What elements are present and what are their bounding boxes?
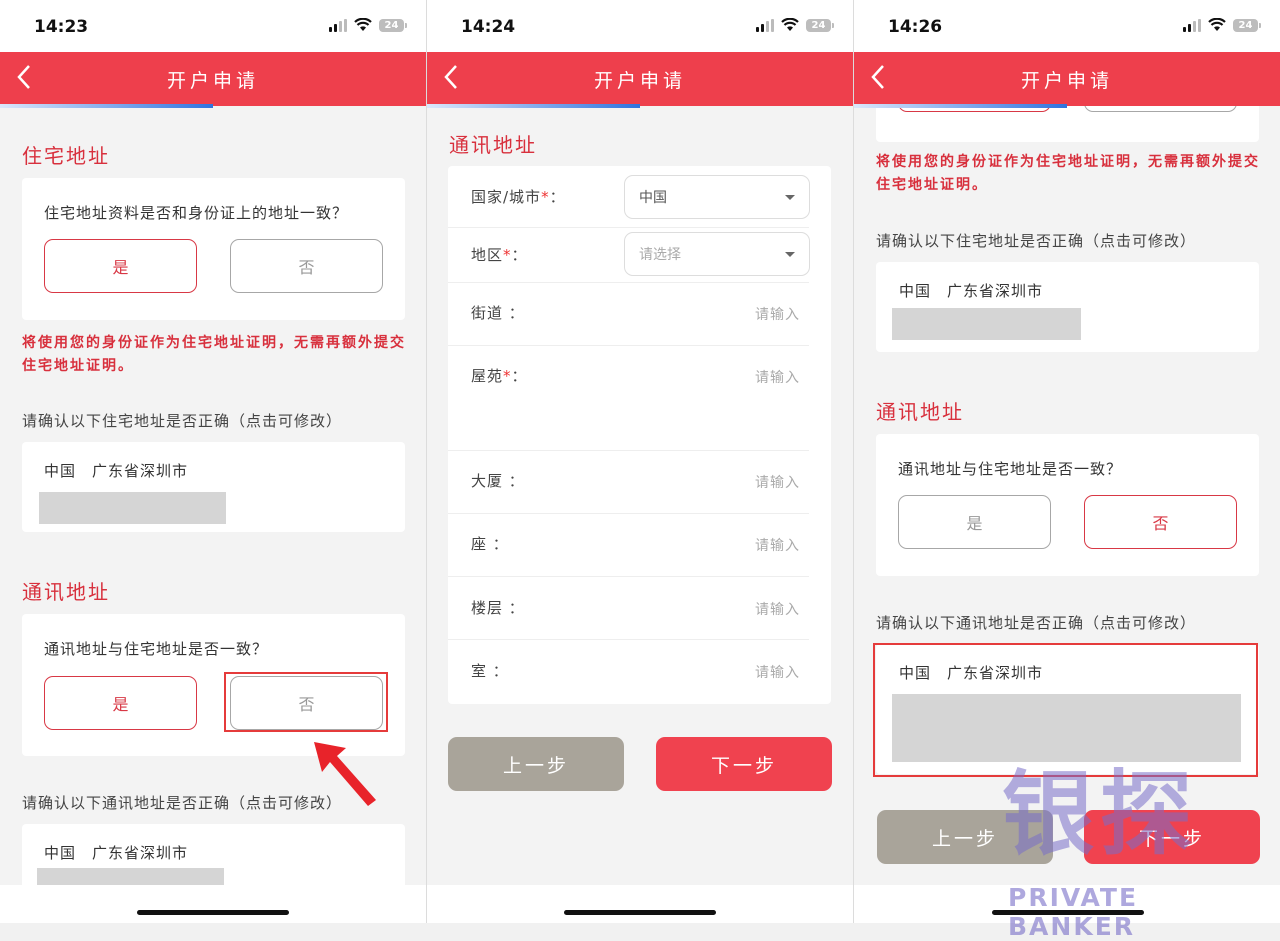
- battery-icon: 24: [1233, 18, 1261, 32]
- street-input[interactable]: 请输入: [755, 304, 800, 324]
- status-time: 14:24: [461, 17, 516, 37]
- room-label: 室 ：: [471, 662, 509, 680]
- app-header: 开户申请: [427, 52, 853, 106]
- block-label: 座 ：: [471, 535, 509, 553]
- residential-proof-note: 将使用您的身份证作为住宅地址证明，无需再额外提交住宅地址证明。: [876, 154, 1260, 193]
- residential-address: 中国 广东省深圳市: [44, 462, 189, 480]
- signal-icon: [756, 18, 774, 32]
- signal-icon: [1183, 18, 1201, 32]
- wifi-icon: [1208, 18, 1226, 31]
- signal-icon: [329, 18, 347, 32]
- page-title: 开户申请: [166, 70, 259, 92]
- mailing-confirm-label: 请确认以下通讯地址是否正确（点击可修改）: [876, 614, 1197, 632]
- estate-label: 屋苑: [471, 367, 504, 385]
- section-title-mailing: 通讯地址: [876, 400, 964, 424]
- residential-no-button[interactable]: 否: [230, 239, 383, 293]
- progress-bar: [0, 104, 213, 108]
- status-bar: 14:26 24: [854, 0, 1280, 52]
- residential-confirm-label: 请确认以下住宅地址是否正确（点击可修改）: [22, 412, 343, 430]
- mailing-yes-button[interactable]: 是: [898, 495, 1051, 549]
- progress-bar: [854, 104, 1067, 108]
- highlight-box: [873, 643, 1258, 777]
- residential-address: 中国 广东省深圳市: [899, 282, 1044, 300]
- country-label: 国家/城市: [471, 188, 542, 206]
- mailing-confirm-label: 请确认以下通讯地址是否正确（点击可修改）: [22, 794, 343, 812]
- residential-proof-note: 将使用您的身份证作为住宅地址证明，无需再额外提交住宅地址证明。: [22, 335, 406, 374]
- status-time: 14:23: [34, 17, 89, 37]
- region-select[interactable]: 请选择: [624, 232, 810, 276]
- floor-input[interactable]: 请输入: [755, 599, 800, 619]
- status-time: 14:26: [888, 17, 943, 37]
- status-bar: 14:24 24: [427, 0, 853, 52]
- mailing-no-button[interactable]: 否: [1084, 495, 1237, 549]
- country-select[interactable]: 中国: [624, 175, 810, 219]
- street-label: 街道 ：: [471, 304, 525, 322]
- wifi-icon: [354, 18, 372, 31]
- room-input[interactable]: 请输入: [755, 662, 800, 682]
- chevron-down-icon: [785, 195, 795, 200]
- estate-input[interactable]: 请输入: [755, 367, 800, 387]
- section-title-mailing: 通讯地址: [22, 580, 110, 604]
- wifi-icon: [781, 18, 799, 31]
- page-title: 开户申请: [1020, 70, 1113, 92]
- section-title-residential: 住宅地址: [22, 144, 110, 168]
- watermark-en: PRIVATE BANKER: [1008, 883, 1139, 941]
- chevron-down-icon: [785, 252, 795, 257]
- page-title: 开户申请: [593, 70, 686, 92]
- block-input[interactable]: 请输入: [755, 535, 800, 555]
- app-header: 开户申请: [0, 52, 426, 106]
- home-indicator: [564, 910, 716, 915]
- region-label: 地区: [471, 246, 504, 264]
- home-indicator: [137, 910, 289, 915]
- status-bar: 14:23 24: [0, 0, 426, 52]
- progress-bar: [427, 104, 640, 108]
- residential-question: 住宅地址资料是否和身份证上的地址一致？: [44, 204, 349, 222]
- battery-icon: 24: [379, 18, 407, 32]
- floor-label: 楼层 ：: [471, 599, 525, 617]
- mailing-question: 通讯地址与住宅地址是否一致？: [898, 460, 1123, 478]
- highlight-box: [224, 672, 388, 732]
- redacted-address: [39, 492, 226, 524]
- prev-button[interactable]: 上一步: [448, 737, 624, 791]
- mailing-question: 通讯地址与住宅地址是否一致？: [44, 640, 269, 658]
- residential-confirm-label: 请确认以下住宅地址是否正确（点击可修改）: [876, 232, 1197, 250]
- app-header: 开户申请: [854, 52, 1280, 106]
- battery-icon: 24: [806, 18, 834, 32]
- next-button[interactable]: 下一步: [656, 737, 832, 791]
- watermark-logo: 银探 PRIVATE BANKER: [1002, 761, 1262, 941]
- watermark-cn: 银探: [1002, 761, 1199, 868]
- residential-yes-button[interactable]: 是: [44, 239, 197, 293]
- screen-1: 14:23 24 开户申请 住宅地址 住宅地址资料是否和身份证上的地址一致？ 是…: [0, 0, 426, 923]
- section-title-mailing: 通讯地址: [449, 133, 537, 157]
- mailing-yes-button[interactable]: 是: [44, 676, 197, 730]
- redacted-address: [892, 308, 1081, 340]
- mailing-address: 中国 广东省深圳市: [44, 844, 189, 862]
- building-input[interactable]: 请输入: [755, 472, 800, 492]
- building-label: 大厦 ：: [471, 472, 525, 490]
